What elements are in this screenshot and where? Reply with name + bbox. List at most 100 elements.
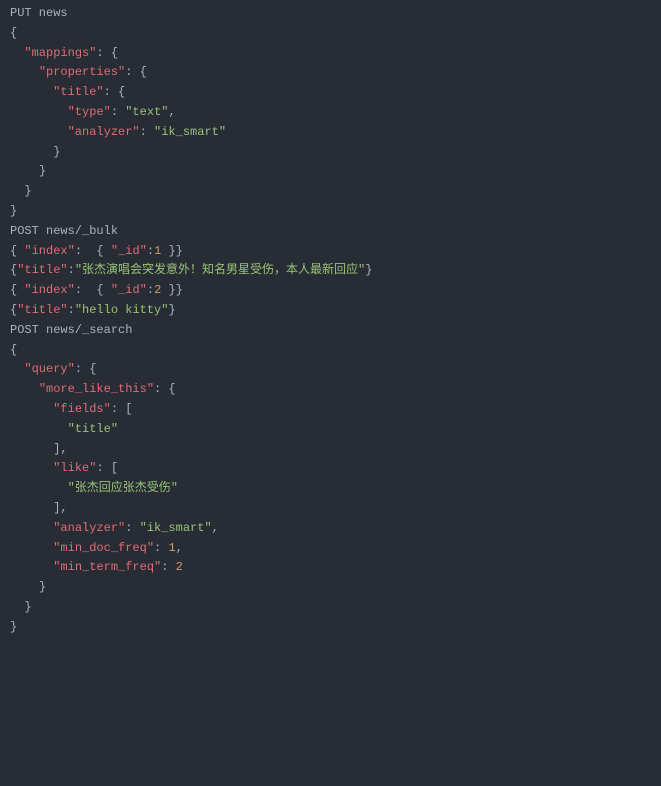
token-punc: }}	[161, 283, 183, 297]
code-line: "query": {	[10, 360, 651, 380]
code-line: "more_like_this": {	[10, 380, 651, 400]
token-punc: :	[154, 541, 168, 555]
token-punc: }	[10, 204, 17, 218]
code-line: "fields": [	[10, 400, 651, 420]
token-punc: }	[365, 263, 372, 277]
code-line: }	[10, 598, 651, 618]
token-punc: ],	[53, 501, 67, 515]
token-punc: }	[39, 164, 46, 178]
token-str: "张杰回应张杰受伤"	[68, 481, 178, 495]
token-punc: :	[111, 105, 125, 119]
token-punc: : {	[104, 85, 126, 99]
token-punc: :	[68, 263, 75, 277]
token-key: "min_term_freq"	[53, 560, 161, 574]
code-line: "analyzer": "ik_smart"	[10, 123, 651, 143]
code-line: }	[10, 578, 651, 598]
token-key: "type"	[68, 105, 111, 119]
code-line: { "index": { "_id":2 }}	[10, 281, 651, 301]
code-line: "type": "text",	[10, 103, 651, 123]
token-punc: }	[10, 620, 17, 634]
token-key: "mappings"	[24, 46, 96, 60]
token-key: "index"	[24, 283, 74, 297]
token-punc: :	[147, 283, 154, 297]
code-line: {"title":"hello kitty"}	[10, 301, 651, 321]
token-key: "analyzer"	[53, 521, 125, 535]
token-key: "title"	[17, 263, 67, 277]
code-line: PUT news	[10, 4, 651, 24]
token-punc: }	[53, 145, 60, 159]
token-punc: : {	[75, 362, 97, 376]
token-punc: {	[10, 26, 17, 40]
token-text: POST news/_search	[10, 323, 132, 337]
token-punc: }	[39, 580, 46, 594]
token-punc: {	[10, 283, 24, 297]
token-punc: :	[125, 521, 139, 535]
token-punc: ,	[168, 105, 175, 119]
token-punc: : [	[96, 461, 118, 475]
token-punc: ,	[176, 541, 183, 555]
token-punc: :	[147, 244, 154, 258]
token-punc: : {	[75, 244, 111, 258]
code-line: "min_term_freq": 2	[10, 558, 651, 578]
token-key: "title"	[17, 303, 67, 317]
token-key: "title"	[53, 85, 103, 99]
token-key: "more_like_this"	[39, 382, 154, 396]
token-str: "text"	[125, 105, 168, 119]
token-punc: :	[161, 560, 175, 574]
token-str: "张杰演唱会突发意外！知名男星受伤，本人最新回应"	[75, 263, 365, 277]
token-key: "analyzer"	[68, 125, 140, 139]
token-key: "query"	[24, 362, 74, 376]
token-num: 1	[168, 541, 175, 555]
code-line: }	[10, 162, 651, 182]
token-str: "hello kitty"	[75, 303, 169, 317]
token-key: "fields"	[53, 402, 111, 416]
token-key: "_id"	[111, 244, 147, 258]
code-line: {	[10, 341, 651, 361]
code-line: {	[10, 24, 651, 44]
code-line: { "index": { "_id":1 }}	[10, 242, 651, 262]
code-line: }	[10, 618, 651, 638]
code-line: "mappings": {	[10, 44, 651, 64]
code-line: "张杰回应张杰受伤"	[10, 479, 651, 499]
token-key: "like"	[53, 461, 96, 475]
code-line: "title": {	[10, 83, 651, 103]
token-punc: : {	[125, 65, 147, 79]
token-num: 2	[176, 560, 183, 574]
code-line: "title"	[10, 420, 651, 440]
code-line: "analyzer": "ik_smart",	[10, 519, 651, 539]
code-line: }	[10, 202, 651, 222]
code-block: PUT news{ "mappings": { "properties": { …	[10, 4, 651, 638]
token-punc: : {	[96, 46, 118, 60]
code-line: "like": [	[10, 459, 651, 479]
token-punc: }}	[161, 244, 183, 258]
code-line: POST news/_search	[10, 321, 651, 341]
token-punc: }	[24, 600, 31, 614]
token-punc: }	[24, 184, 31, 198]
code-line: {"title":"张杰演唱会突发意外！知名男星受伤，本人最新回应"}	[10, 261, 651, 281]
token-key: "properties"	[39, 65, 125, 79]
token-punc: {	[10, 343, 17, 357]
code-line: ],	[10, 440, 651, 460]
token-punc: : {	[154, 382, 176, 396]
token-text: PUT news	[10, 6, 68, 20]
code-line: "properties": {	[10, 63, 651, 83]
token-key: "index"	[24, 244, 74, 258]
token-punc: : {	[75, 283, 111, 297]
token-punc: :	[68, 303, 75, 317]
code-line: }	[10, 182, 651, 202]
token-text: POST news/_bulk	[10, 224, 118, 238]
code-line: POST news/_bulk	[10, 222, 651, 242]
token-punc: ,	[212, 521, 219, 535]
token-key: "min_doc_freq"	[53, 541, 154, 555]
token-str: "ik_smart"	[154, 125, 226, 139]
code-line: ],	[10, 499, 651, 519]
token-key: "_id"	[111, 283, 147, 297]
token-punc: {	[10, 244, 24, 258]
token-punc: :	[140, 125, 154, 139]
token-punc: : [	[111, 402, 133, 416]
token-str: "title"	[68, 422, 118, 436]
token-punc: }	[168, 303, 175, 317]
token-str: "ik_smart"	[140, 521, 212, 535]
token-punc: ],	[53, 442, 67, 456]
code-line: "min_doc_freq": 1,	[10, 539, 651, 559]
